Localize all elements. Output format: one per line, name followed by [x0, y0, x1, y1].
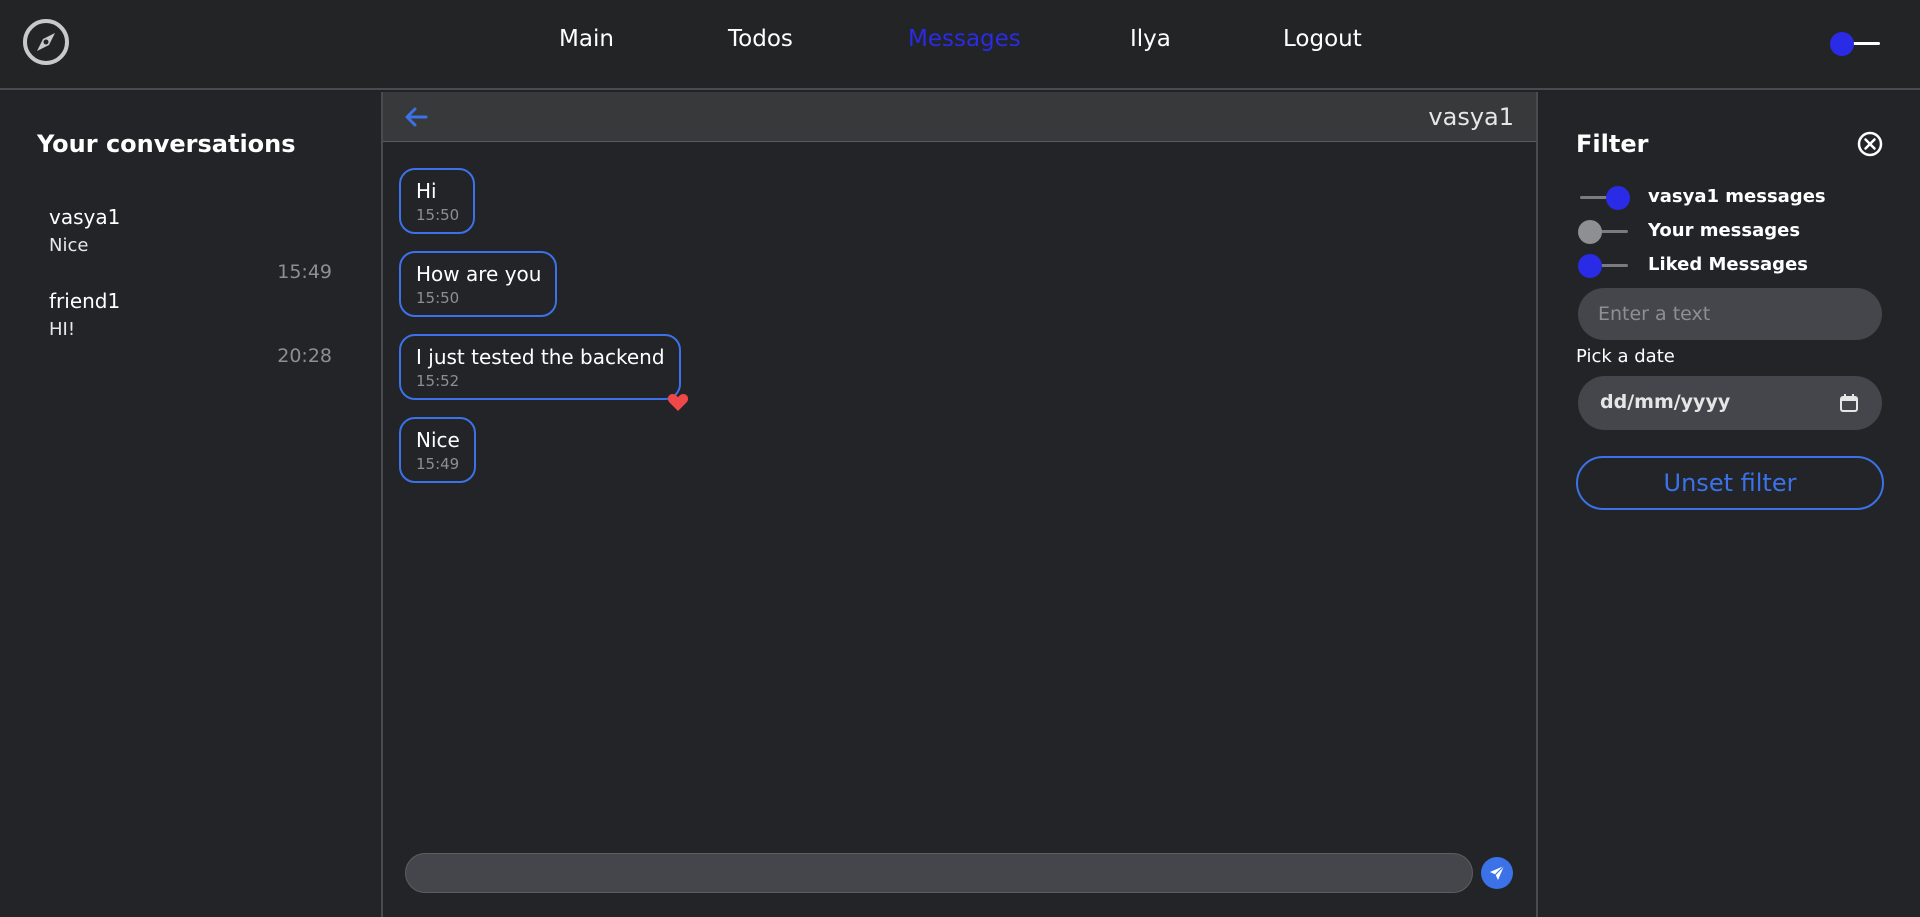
conversation-item-vasya1[interactable]: vasya1 Nice 15:49 — [37, 205, 337, 287]
nav-item-messages[interactable]: Messages — [908, 26, 1021, 52]
toggle-label: Your messages — [1648, 220, 1801, 241]
chat-contact-name: vasya1 — [1428, 103, 1514, 131]
heart-icon[interactable] — [667, 392, 689, 412]
toggle-switch[interactable] — [1578, 220, 1630, 244]
main-nav: Main Todos Messages Ilya Logout — [0, 0, 1920, 90]
date-placeholder: dd/mm/yyyy — [1600, 391, 1731, 413]
message-text: Hi — [416, 179, 437, 203]
chat-panel: vasya1 Hi 15:50 How are you 15:50 I just… — [383, 92, 1536, 917]
arrow-left-icon[interactable] — [403, 103, 431, 131]
conversation-item-friend1[interactable]: friend1 HI! 20:28 — [37, 289, 337, 371]
toggle-knob — [1606, 186, 1630, 210]
close-icon[interactable] — [1856, 130, 1884, 158]
message-time: 15:50 — [416, 206, 460, 224]
filter-panel: Filter vasya1 messages Your messages Lik… — [1536, 92, 1920, 917]
date-label: Pick a date — [1576, 346, 1675, 367]
conversation-time: 20:28 — [277, 345, 332, 367]
theme-toggle[interactable] — [1830, 32, 1884, 56]
filter-toggle-yours[interactable]: Your messages — [1578, 218, 1908, 244]
toggle-label: vasya1 messages — [1648, 186, 1826, 207]
chat-header: vasya1 — [383, 92, 1536, 142]
conversation-name: vasya1 — [49, 205, 121, 229]
message-text: I just tested the backend — [416, 345, 665, 369]
nav-item-profile[interactable]: Ilya — [1130, 26, 1171, 52]
filter-title: Filter — [1576, 130, 1649, 158]
toggle-label: Liked Messages — [1648, 254, 1808, 275]
nav-item-main[interactable]: Main — [559, 26, 614, 52]
conversation-name: friend1 — [49, 289, 121, 313]
toggle-switch[interactable] — [1578, 254, 1630, 278]
conversation-last-message: Nice — [49, 235, 89, 256]
message-bubble[interactable]: Nice 15:49 — [399, 417, 476, 483]
unset-filter-button[interactable]: Unset filter — [1576, 456, 1884, 510]
conversations-title: Your conversations — [37, 130, 296, 158]
toggle-knob — [1578, 220, 1602, 244]
paper-plane-icon — [1490, 865, 1505, 880]
send-button[interactable] — [1481, 857, 1513, 889]
conversations-panel: Your conversations vasya1 Nice 15:49 fri… — [0, 92, 383, 917]
message-text: How are you — [416, 262, 542, 286]
message-time: 15:50 — [416, 289, 460, 307]
toggle-switch[interactable] — [1578, 186, 1630, 210]
filter-text-input[interactable] — [1578, 288, 1882, 340]
nav-item-logout[interactable]: Logout — [1283, 26, 1362, 52]
message-text: Nice — [416, 428, 460, 452]
message-time: 15:49 — [416, 455, 460, 473]
filter-toggle-contact[interactable]: vasya1 messages — [1578, 184, 1908, 210]
message-input[interactable] — [405, 853, 1473, 893]
conversation-time: 15:49 — [277, 261, 332, 283]
date-picker[interactable]: dd/mm/yyyy — [1578, 376, 1882, 430]
calendar-icon[interactable] — [1838, 392, 1860, 414]
filter-toggle-liked[interactable]: Liked Messages — [1578, 252, 1908, 278]
conversation-last-message: HI! — [49, 319, 76, 340]
toggle-knob — [1578, 254, 1602, 278]
nav-item-todos[interactable]: Todos — [728, 26, 793, 52]
message-bubble[interactable]: How are you 15:50 — [399, 251, 558, 317]
message-bubble[interactable]: Hi 15:50 — [399, 168, 476, 234]
message-time: 15:52 — [416, 372, 460, 390]
top-navbar: Main Todos Messages Ilya Logout — [0, 0, 1920, 90]
theme-toggle-knob — [1830, 32, 1854, 56]
message-bubble[interactable]: I just tested the backend 15:52 — [399, 334, 681, 400]
